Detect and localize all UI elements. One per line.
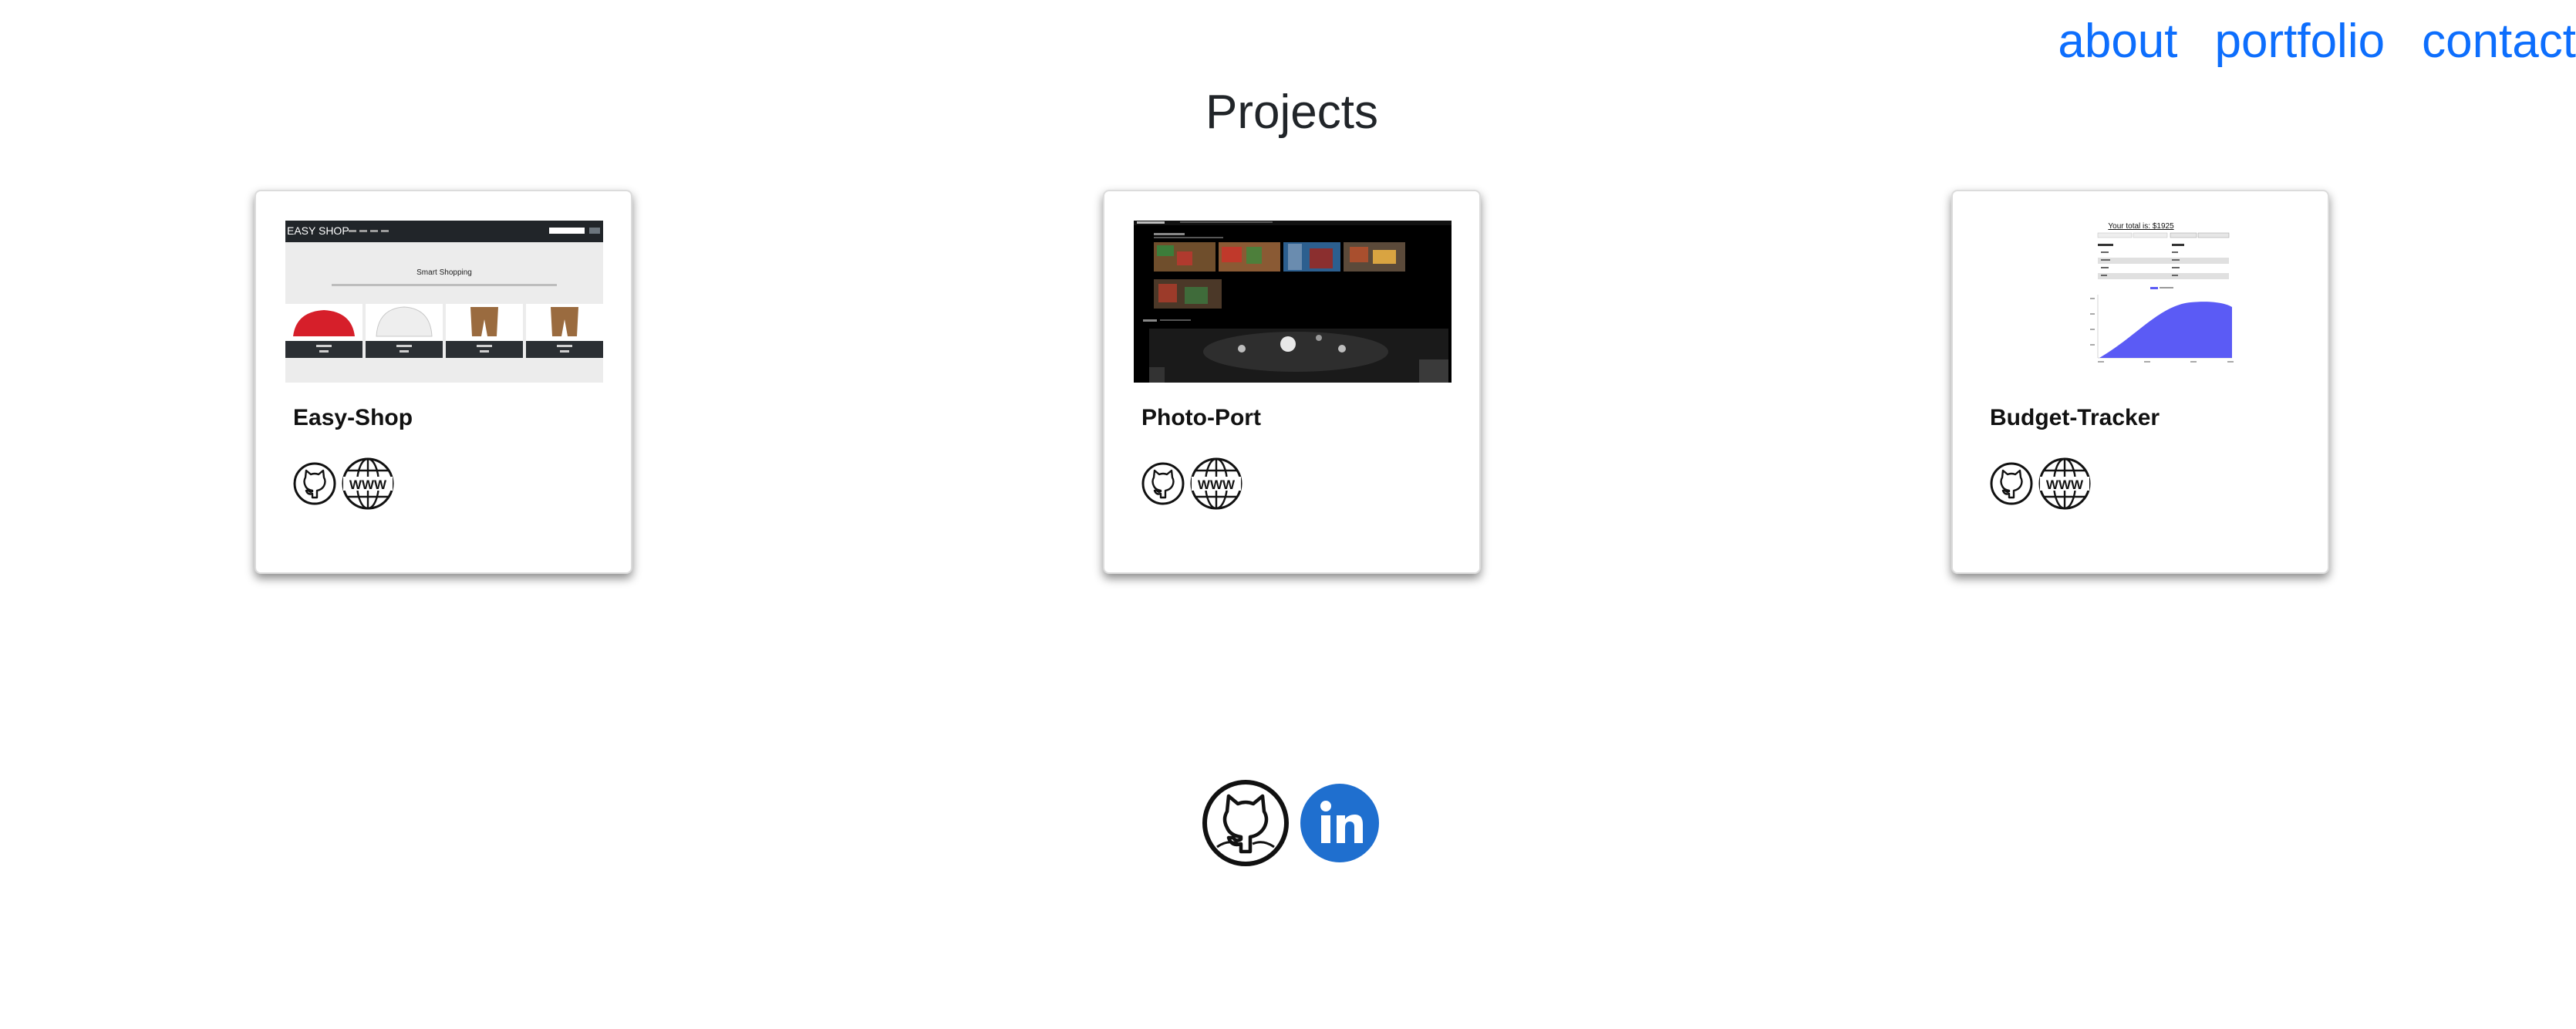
svg-text:WWW: WWW <box>1198 477 1236 492</box>
nav-about-link[interactable]: about <box>2058 11 2177 73</box>
nav-portfolio-link[interactable]: portfolio <box>2215 11 2385 73</box>
project-card-budget-tracker: Your total is: $1925 Budget-Tracker WWW <box>1951 190 2329 574</box>
project-title: Easy-Shop <box>293 405 413 430</box>
linkedin-icon[interactable] <box>1300 784 1379 862</box>
svg-text:WWW: WWW <box>349 477 387 492</box>
thumb-total: Your total is: $1925 <box>2108 222 2174 231</box>
project-card-easy-shop: EASY SHOP Smart Shopping Easy-Shop WWW <box>255 190 632 574</box>
footer-social-links <box>1202 779 1379 867</box>
globe-www-icon[interactable]: WWW <box>2038 457 2092 511</box>
project-card-photo-port: Photo-Port WWW <box>1103 190 1481 574</box>
project-title: Budget-Tracker <box>1990 405 2160 430</box>
github-icon[interactable] <box>293 462 336 505</box>
globe-www-icon[interactable]: WWW <box>341 457 395 511</box>
project-links: WWW <box>1141 457 1243 511</box>
nav-contact-link[interactable]: contact <box>2422 11 2576 73</box>
project-links: WWW <box>1990 457 2092 511</box>
globe-www-icon[interactable]: WWW <box>1189 457 1243 511</box>
thumb-brand: EASY SHOP <box>287 224 349 237</box>
project-screenshot[interactable]: Your total is: $1925 <box>1982 221 2300 383</box>
project-title: Photo-Port <box>1141 405 1261 430</box>
svg-text:WWW: WWW <box>2046 477 2084 492</box>
project-screenshot[interactable]: EASY SHOP Smart Shopping <box>285 221 603 383</box>
project-links: WWW <box>293 457 395 511</box>
github-icon[interactable] <box>1202 779 1290 867</box>
project-screenshot[interactable] <box>1134 221 1452 383</box>
thumb-heading: Smart Shopping <box>416 268 472 277</box>
top-nav: about portfolio contact <box>2058 11 2576 73</box>
github-icon[interactable] <box>1990 462 2033 505</box>
github-icon[interactable] <box>1141 462 1185 505</box>
page-title: Projects <box>1205 86 1378 139</box>
